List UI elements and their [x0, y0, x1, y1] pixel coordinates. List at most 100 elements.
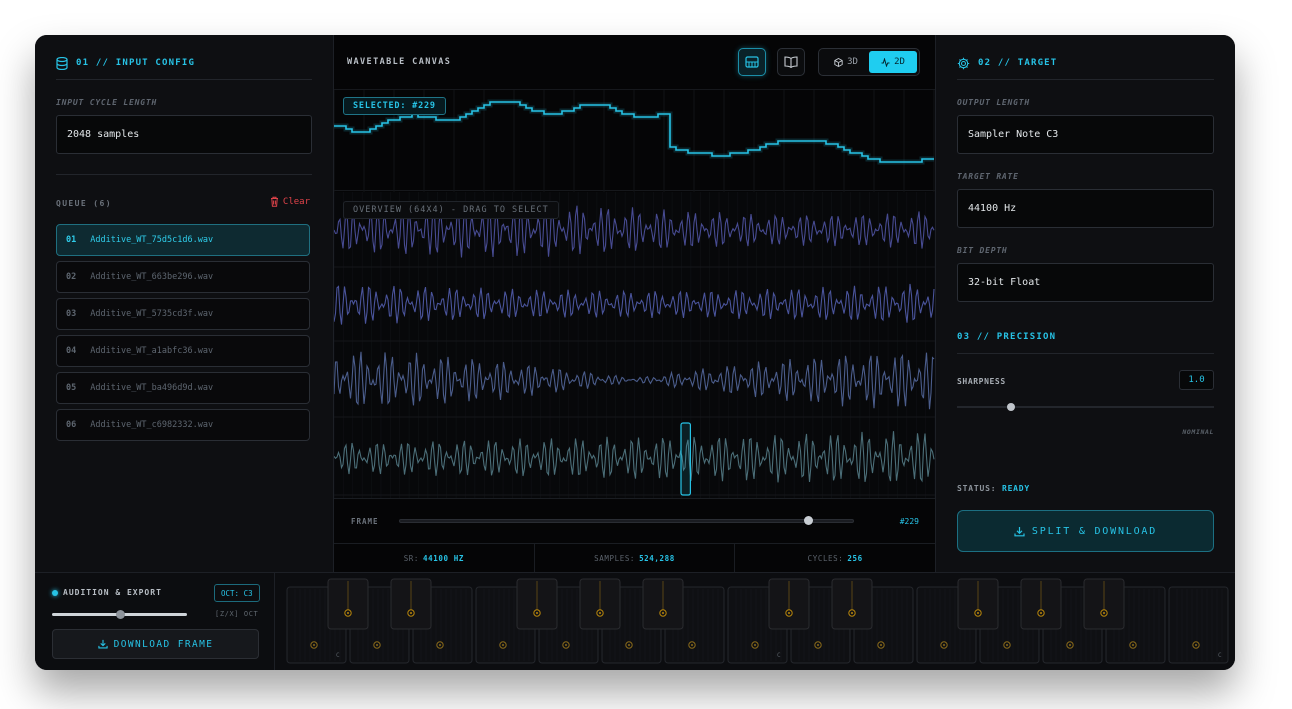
docs-button[interactable]: [777, 48, 805, 76]
piano-black-key[interactable]: [1020, 578, 1062, 630]
stats-bar: SR: 44100 HZ SAMPLES: 524,288 CYCLES: 25…: [334, 543, 935, 572]
queue-item-number: 02: [66, 272, 77, 282]
piano-black-key[interactable]: [768, 578, 810, 630]
sharpness-slider[interactable]: [957, 403, 1214, 411]
mode-3d-button[interactable]: 3D: [822, 51, 870, 73]
queue-item[interactable]: 06 Additive_WT_c6982332.wav: [56, 409, 310, 441]
overview-row-waveform: [333, 431, 935, 483]
stat-sample-rate: SR: 44100 HZ: [334, 544, 535, 572]
piano-view-button[interactable]: [738, 48, 766, 76]
overview-label: OVERVIEW (64X4) - DRAG TO SELECT: [343, 201, 559, 219]
queue-item-filename: Additive_WT_c6982332.wav: [90, 420, 214, 430]
bit-depth-label: BIT DEPTH: [957, 246, 1008, 255]
mode-2d-label: 2D: [894, 57, 905, 67]
piano-keyboard[interactable]: CCC: [275, 573, 1235, 670]
queue-item-number: 01: [66, 235, 77, 245]
download-icon: [98, 639, 108, 649]
target-rate-field[interactable]: 44100 Hz: [957, 189, 1214, 228]
divider: [56, 174, 312, 175]
piano-black-key[interactable]: [327, 578, 369, 630]
download-frame-label: DOWNLOAD FRAME: [113, 638, 214, 650]
frame-slider-thumb[interactable]: [803, 516, 813, 525]
piano-white-key[interactable]: C: [1168, 586, 1229, 664]
queue-item-filename: Additive_WT_75d5c1d6.wav: [90, 235, 214, 245]
queue-item-number: 05: [66, 383, 77, 393]
sharpness-label: SHARPNESS: [957, 377, 1006, 386]
nominal-label: NOMINAL: [1182, 428, 1214, 436]
wavetable-canvas-panel: WAVETABLE CANVAS 3D 2D SELECTED: #229 OV…: [333, 35, 936, 572]
split-download-button[interactable]: SPLIT & DOWNLOAD: [957, 510, 1214, 552]
audition-title: AUDITION & EXPORT: [63, 588, 162, 597]
selected-cell-marker[interactable]: [680, 422, 691, 496]
queue-item[interactable]: 02 Additive_WT_663be296.wav: [56, 261, 310, 293]
divider: [957, 353, 1214, 354]
cycle-length-label: INPUT CYCLE LENGTH: [56, 98, 158, 107]
volume-slider-thumb[interactable]: [115, 610, 125, 619]
queue-item[interactable]: 03 Additive_WT_5735cd3f.wav: [56, 298, 310, 330]
piano-black-key[interactable]: [516, 578, 558, 630]
clear-queue-button[interactable]: Clear: [270, 196, 310, 207]
piano-black-key[interactable]: [390, 578, 432, 630]
split-download-label: SPLIT & DOWNLOAD: [1031, 525, 1158, 537]
target-header: 02 // TARGET: [957, 52, 1214, 74]
live-indicator: [52, 589, 58, 596]
status-value: READY: [1001, 484, 1031, 493]
divider: [56, 79, 312, 80]
stat-cycles: CYCLES: 256: [735, 544, 935, 572]
piano-key-label: C: [777, 652, 781, 659]
input-config-header: 01 // INPUT CONFIG: [56, 52, 312, 74]
queue-item-filename: Additive_WT_ba496d9d.wav: [90, 383, 214, 393]
download-frame-button[interactable]: DOWNLOAD FRAME: [52, 629, 259, 659]
piano-black-key[interactable]: [831, 578, 873, 630]
app-window: 01 // INPUT CONFIG INPUT CYCLE LENGTH 20…: [35, 35, 1235, 670]
output-length-field[interactable]: Sampler Note C3: [957, 115, 1214, 154]
overview-grid[interactable]: [333, 192, 936, 498]
queue-item[interactable]: 04 Additive_WT_a1abfc36.wav: [56, 335, 310, 367]
mode-3d-label: 3D: [847, 57, 858, 67]
cube-icon: [834, 57, 843, 67]
overview-waveforms: [333, 192, 936, 498]
stat-samples: SAMPLES: 524,288: [535, 544, 736, 572]
queue-item-filename: Additive_WT_663be296.wav: [90, 272, 214, 282]
queue-item[interactable]: 05 Additive_WT_ba496d9d.wav: [56, 372, 310, 404]
input-config-title: 01 // INPUT CONFIG: [76, 58, 196, 68]
audition-header: AUDITION & EXPORT: [52, 588, 162, 597]
overview-row-waveform: [333, 351, 935, 410]
piano-key-label: C: [1218, 652, 1222, 659]
frame-slider-row: FRAME #229: [334, 498, 935, 543]
precision-header: 03 // PRECISION: [957, 326, 1214, 348]
target-title: 02 // TARGET: [978, 58, 1058, 68]
frame-slider[interactable]: [399, 516, 854, 525]
cycle-length-field[interactable]: 2048 samples: [56, 115, 312, 154]
frame-label: FRAME: [351, 517, 379, 526]
queue-item[interactable]: 01 Additive_WT_75d5c1d6.wav: [56, 224, 310, 256]
sharpness-value-input[interactable]: 1.0: [1179, 370, 1214, 390]
queue-item-number: 03: [66, 309, 77, 319]
stat-value: 524,288: [639, 553, 675, 563]
queue-title: QUEUE (6): [56, 199, 112, 208]
bit-depth-field[interactable]: 32-bit Float: [957, 263, 1214, 302]
piano-black-key[interactable]: [957, 578, 999, 630]
target-panel: 02 // TARGET OUTPUT LENGTH Sampler Note …: [935, 35, 1235, 572]
book-icon: [784, 56, 798, 68]
audition-controls: AUDITION & EXPORT OCT: C3 [Z/X] OCT DOWN…: [35, 573, 275, 670]
queue-item-filename: Additive_WT_a1abfc36.wav: [90, 346, 214, 356]
piano-black-key[interactable]: [1083, 578, 1125, 630]
mode-2d-button[interactable]: 2D: [869, 51, 917, 73]
octave-badge: OCT: C3: [214, 584, 260, 602]
piano-keys: CCC: [286, 578, 1229, 664]
piano-icon: [745, 56, 759, 68]
precision-title: 03 // PRECISION: [957, 332, 1057, 342]
piano-black-key[interactable]: [642, 578, 684, 630]
volume-slider[interactable]: [52, 610, 187, 619]
stat-label: SR:: [403, 553, 420, 563]
gear-icon: [957, 57, 970, 69]
target-rate-label: TARGET RATE: [957, 172, 1019, 181]
canvas-title: WAVETABLE CANVAS: [347, 57, 452, 67]
download-icon: [1014, 526, 1025, 536]
output-length-label: OUTPUT LENGTH: [957, 98, 1031, 107]
queue-item-filename: Additive_WT_5735cd3f.wav: [90, 309, 214, 319]
queue-item-number: 06: [66, 420, 77, 430]
sharpness-slider-thumb[interactable]: [1006, 403, 1015, 411]
piano-black-key[interactable]: [579, 578, 621, 630]
